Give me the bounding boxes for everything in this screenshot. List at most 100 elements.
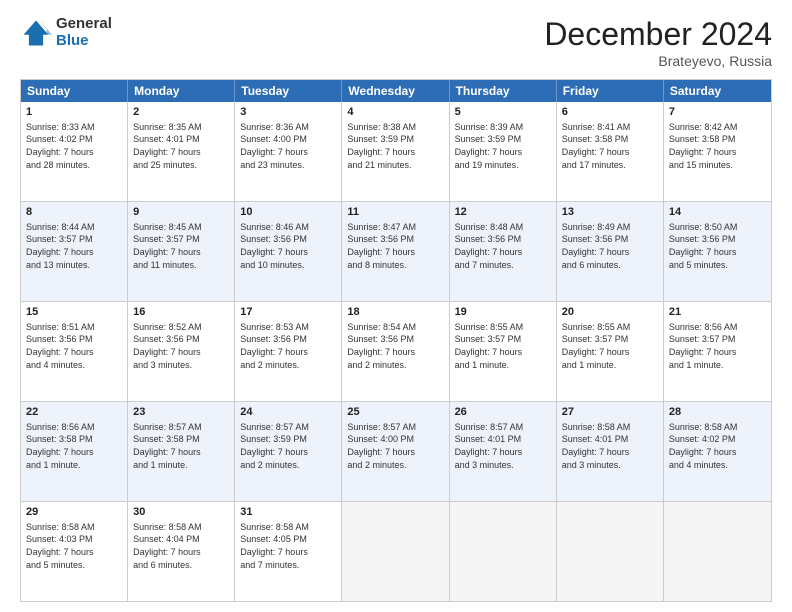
- day-cell-21: 21Sunrise: 8:56 AM Sunset: 3:57 PM Dayli…: [664, 302, 771, 401]
- day-cell-13: 13Sunrise: 8:49 AM Sunset: 3:56 PM Dayli…: [557, 202, 664, 301]
- empty-cell: [450, 502, 557, 601]
- day-number: 4: [347, 105, 443, 120]
- weekday-header-friday: Friday: [557, 80, 664, 102]
- calendar-body: 1Sunrise: 8:33 AM Sunset: 4:02 PM Daylig…: [21, 102, 771, 601]
- day-number: 27: [562, 405, 658, 420]
- day-info: Sunrise: 8:33 AM Sunset: 4:02 PM Dayligh…: [26, 121, 122, 171]
- day-cell-29: 29Sunrise: 8:58 AM Sunset: 4:03 PM Dayli…: [21, 502, 128, 601]
- day-cell-6: 6Sunrise: 8:41 AM Sunset: 3:58 PM Daylig…: [557, 102, 664, 201]
- day-cell-26: 26Sunrise: 8:57 AM Sunset: 4:01 PM Dayli…: [450, 402, 557, 501]
- day-cell-10: 10Sunrise: 8:46 AM Sunset: 3:56 PM Dayli…: [235, 202, 342, 301]
- location-subtitle: Brateyevo, Russia: [544, 53, 772, 69]
- empty-cell: [664, 502, 771, 601]
- day-info: Sunrise: 8:57 AM Sunset: 3:59 PM Dayligh…: [240, 421, 336, 471]
- day-info: Sunrise: 8:57 AM Sunset: 4:00 PM Dayligh…: [347, 421, 443, 471]
- day-number: 6: [562, 105, 658, 120]
- day-number: 23: [133, 405, 229, 420]
- day-cell-31: 31Sunrise: 8:58 AM Sunset: 4:05 PM Dayli…: [235, 502, 342, 601]
- day-cell-8: 8Sunrise: 8:44 AM Sunset: 3:57 PM Daylig…: [21, 202, 128, 301]
- day-info: Sunrise: 8:58 AM Sunset: 4:03 PM Dayligh…: [26, 521, 122, 571]
- day-number: 18: [347, 305, 443, 320]
- day-info: Sunrise: 8:46 AM Sunset: 3:56 PM Dayligh…: [240, 221, 336, 271]
- day-number: 19: [455, 305, 551, 320]
- day-info: Sunrise: 8:47 AM Sunset: 3:56 PM Dayligh…: [347, 221, 443, 271]
- weekday-header-tuesday: Tuesday: [235, 80, 342, 102]
- day-cell-17: 17Sunrise: 8:53 AM Sunset: 3:56 PM Dayli…: [235, 302, 342, 401]
- day-info: Sunrise: 8:57 AM Sunset: 4:01 PM Dayligh…: [455, 421, 551, 471]
- day-cell-28: 28Sunrise: 8:58 AM Sunset: 4:02 PM Dayli…: [664, 402, 771, 501]
- day-info: Sunrise: 8:36 AM Sunset: 4:00 PM Dayligh…: [240, 121, 336, 171]
- day-number: 20: [562, 305, 658, 320]
- day-cell-20: 20Sunrise: 8:55 AM Sunset: 3:57 PM Dayli…: [557, 302, 664, 401]
- day-number: 2: [133, 105, 229, 120]
- day-number: 12: [455, 205, 551, 220]
- day-info: Sunrise: 8:39 AM Sunset: 3:59 PM Dayligh…: [455, 121, 551, 171]
- month-title: December 2024: [544, 16, 772, 53]
- day-cell-22: 22Sunrise: 8:56 AM Sunset: 3:58 PM Dayli…: [21, 402, 128, 501]
- calendar: SundayMondayTuesdayWednesdayThursdayFrid…: [20, 79, 772, 602]
- title-block: December 2024 Brateyevo, Russia: [544, 16, 772, 69]
- day-info: Sunrise: 8:56 AM Sunset: 3:58 PM Dayligh…: [26, 421, 122, 471]
- day-cell-24: 24Sunrise: 8:57 AM Sunset: 3:59 PM Dayli…: [235, 402, 342, 501]
- day-cell-1: 1Sunrise: 8:33 AM Sunset: 4:02 PM Daylig…: [21, 102, 128, 201]
- day-number: 26: [455, 405, 551, 420]
- day-info: Sunrise: 8:50 AM Sunset: 3:56 PM Dayligh…: [669, 221, 766, 271]
- day-info: Sunrise: 8:52 AM Sunset: 3:56 PM Dayligh…: [133, 321, 229, 371]
- day-number: 24: [240, 405, 336, 420]
- day-cell-27: 27Sunrise: 8:58 AM Sunset: 4:01 PM Dayli…: [557, 402, 664, 501]
- calendar-row-0: 1Sunrise: 8:33 AM Sunset: 4:02 PM Daylig…: [21, 102, 771, 201]
- day-info: Sunrise: 8:56 AM Sunset: 3:57 PM Dayligh…: [669, 321, 766, 371]
- day-info: Sunrise: 8:58 AM Sunset: 4:02 PM Dayligh…: [669, 421, 766, 471]
- day-info: Sunrise: 8:44 AM Sunset: 3:57 PM Dayligh…: [26, 221, 122, 271]
- logo-icon: [20, 17, 52, 49]
- day-number: 11: [347, 205, 443, 220]
- logo-text: General Blue: [56, 16, 112, 49]
- day-info: Sunrise: 8:49 AM Sunset: 3:56 PM Dayligh…: [562, 221, 658, 271]
- day-cell-19: 19Sunrise: 8:55 AM Sunset: 3:57 PM Dayli…: [450, 302, 557, 401]
- weekday-header-wednesday: Wednesday: [342, 80, 449, 102]
- day-number: 15: [26, 305, 122, 320]
- day-number: 16: [133, 305, 229, 320]
- day-cell-18: 18Sunrise: 8:54 AM Sunset: 3:56 PM Dayli…: [342, 302, 449, 401]
- calendar-row-4: 29Sunrise: 8:58 AM Sunset: 4:03 PM Dayli…: [21, 501, 771, 601]
- day-cell-2: 2Sunrise: 8:35 AM Sunset: 4:01 PM Daylig…: [128, 102, 235, 201]
- day-number: 30: [133, 505, 229, 520]
- empty-cell: [342, 502, 449, 601]
- day-number: 13: [562, 205, 658, 220]
- day-cell-3: 3Sunrise: 8:36 AM Sunset: 4:00 PM Daylig…: [235, 102, 342, 201]
- day-cell-14: 14Sunrise: 8:50 AM Sunset: 3:56 PM Dayli…: [664, 202, 771, 301]
- weekday-header-saturday: Saturday: [664, 80, 771, 102]
- calendar-row-3: 22Sunrise: 8:56 AM Sunset: 3:58 PM Dayli…: [21, 401, 771, 501]
- day-cell-23: 23Sunrise: 8:57 AM Sunset: 3:58 PM Dayli…: [128, 402, 235, 501]
- calendar-row-1: 8Sunrise: 8:44 AM Sunset: 3:57 PM Daylig…: [21, 201, 771, 301]
- day-number: 22: [26, 405, 122, 420]
- calendar-row-2: 15Sunrise: 8:51 AM Sunset: 3:56 PM Dayli…: [21, 301, 771, 401]
- day-cell-25: 25Sunrise: 8:57 AM Sunset: 4:00 PM Dayli…: [342, 402, 449, 501]
- day-number: 9: [133, 205, 229, 220]
- day-cell-9: 9Sunrise: 8:45 AM Sunset: 3:57 PM Daylig…: [128, 202, 235, 301]
- day-number: 17: [240, 305, 336, 320]
- day-info: Sunrise: 8:54 AM Sunset: 3:56 PM Dayligh…: [347, 321, 443, 371]
- day-cell-12: 12Sunrise: 8:48 AM Sunset: 3:56 PM Dayli…: [450, 202, 557, 301]
- empty-cell: [557, 502, 664, 601]
- day-info: Sunrise: 8:45 AM Sunset: 3:57 PM Dayligh…: [133, 221, 229, 271]
- day-number: 8: [26, 205, 122, 220]
- weekday-header-thursday: Thursday: [450, 80, 557, 102]
- day-info: Sunrise: 8:57 AM Sunset: 3:58 PM Dayligh…: [133, 421, 229, 471]
- day-number: 1: [26, 105, 122, 120]
- page: General Blue December 2024 Brateyevo, Ru…: [0, 0, 792, 612]
- logo: General Blue: [20, 16, 112, 49]
- day-info: Sunrise: 8:51 AM Sunset: 3:56 PM Dayligh…: [26, 321, 122, 371]
- day-info: Sunrise: 8:53 AM Sunset: 3:56 PM Dayligh…: [240, 321, 336, 371]
- day-cell-15: 15Sunrise: 8:51 AM Sunset: 3:56 PM Dayli…: [21, 302, 128, 401]
- day-info: Sunrise: 8:48 AM Sunset: 3:56 PM Dayligh…: [455, 221, 551, 271]
- day-number: 3: [240, 105, 336, 120]
- day-info: Sunrise: 8:58 AM Sunset: 4:01 PM Dayligh…: [562, 421, 658, 471]
- day-info: Sunrise: 8:58 AM Sunset: 4:05 PM Dayligh…: [240, 521, 336, 571]
- day-cell-7: 7Sunrise: 8:42 AM Sunset: 3:58 PM Daylig…: [664, 102, 771, 201]
- day-info: Sunrise: 8:42 AM Sunset: 3:58 PM Dayligh…: [669, 121, 766, 171]
- day-info: Sunrise: 8:55 AM Sunset: 3:57 PM Dayligh…: [455, 321, 551, 371]
- day-info: Sunrise: 8:55 AM Sunset: 3:57 PM Dayligh…: [562, 321, 658, 371]
- weekday-header-monday: Monday: [128, 80, 235, 102]
- day-cell-4: 4Sunrise: 8:38 AM Sunset: 3:59 PM Daylig…: [342, 102, 449, 201]
